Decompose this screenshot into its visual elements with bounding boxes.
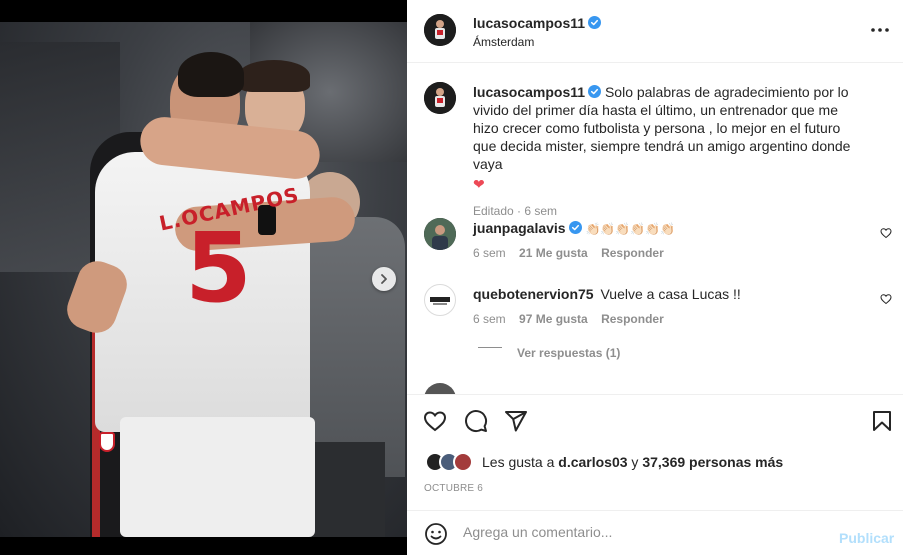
caption-heart-emoji: ❤ bbox=[473, 176, 485, 192]
comment-item: quebotenervion75 Vuelve a casa Lucas !! bbox=[473, 285, 853, 303]
bookmark-icon[interactable] bbox=[870, 409, 894, 433]
comment-text: Vuelve a casa Lucas !! bbox=[600, 286, 741, 302]
next-image-button[interactable] bbox=[372, 267, 396, 291]
likers-avatars[interactable] bbox=[425, 452, 477, 472]
view-replies-button[interactable]: Ver respuestas (1) bbox=[517, 346, 620, 360]
caption-meta: Editado · 6 sem bbox=[473, 204, 558, 218]
caption-avatar[interactable] bbox=[424, 82, 456, 114]
comment-time[interactable]: 6 sem bbox=[473, 246, 506, 260]
speech-bubble-icon[interactable] bbox=[464, 409, 488, 433]
action-bar bbox=[407, 394, 903, 446]
comment-meta: 6 sem 21 Me gusta Responder bbox=[473, 246, 664, 260]
comment-username[interactable]: juanpagalavis bbox=[473, 220, 566, 236]
liker-avatar bbox=[453, 452, 473, 472]
likes-prefix: Les gusta a bbox=[482, 454, 559, 470]
comment-likes[interactable]: 21 Me gusta bbox=[519, 246, 588, 260]
comment-avatar[interactable] bbox=[424, 218, 456, 250]
verified-badge-icon bbox=[588, 85, 602, 98]
comments-list[interactable]: lucasocampos11 Solo palabras de agradeci… bbox=[407, 63, 903, 394]
post-header: lucasocampos11 Ámsterdam bbox=[407, 0, 903, 63]
comment-username[interactable]: quebotenervion75 bbox=[473, 286, 594, 302]
comment-avatar[interactable] bbox=[424, 383, 456, 394]
post-caption: lucasocampos11 Solo palabras de agradeci… bbox=[473, 83, 863, 220]
paper-plane-icon[interactable] bbox=[504, 409, 528, 433]
liker-username[interactable]: d.carlos03 bbox=[558, 454, 627, 470]
chevron-right-icon bbox=[381, 274, 387, 284]
author-username[interactable]: lucasocampos11 bbox=[473, 15, 585, 31]
ellipsis-icon[interactable] bbox=[869, 22, 891, 38]
add-comment-bar: Publicar bbox=[407, 510, 903, 555]
comment-input[interactable] bbox=[463, 524, 823, 540]
author-avatar[interactable] bbox=[424, 14, 456, 46]
heart-outline-icon[interactable] bbox=[423, 409, 447, 433]
likes-count[interactable]: 37,369 personas más bbox=[642, 454, 783, 470]
comment-meta: 6 sem 97 Me gusta Responder bbox=[473, 312, 664, 326]
comment-likes[interactable]: 97 Me gusta bbox=[519, 312, 588, 326]
likes-text: Les gusta a d.carlos03 y 37,369 personas… bbox=[482, 454, 783, 470]
smiley-icon[interactable] bbox=[424, 522, 448, 546]
reply-button[interactable]: Responder bbox=[601, 246, 664, 260]
comment-time[interactable]: 6 sem bbox=[473, 312, 506, 326]
post-date[interactable]: OCTUBRE 6 bbox=[424, 483, 483, 494]
post-side-panel: lucasocampos11 Ámsterdam lucasocampos11 … bbox=[407, 0, 903, 555]
comment-text: 👏🏻👏🏻👏🏻👏🏻👏🏻👏🏻 bbox=[585, 222, 676, 236]
comment-like-icon[interactable] bbox=[880, 293, 892, 305]
comment-item: juanpagalavis 👏🏻👏🏻👏🏻👏🏻👏🏻👏🏻 bbox=[473, 219, 853, 238]
replies-line bbox=[478, 347, 502, 348]
comment-like-icon[interactable] bbox=[880, 227, 892, 239]
likes-middle: y bbox=[627, 454, 643, 470]
instagram-post-modal: L.OCAMPOS 5 lucasocampos11 Ámsterdam luc… bbox=[0, 0, 903, 555]
post-location[interactable]: Ámsterdam bbox=[473, 35, 534, 49]
verified-badge-icon bbox=[568, 221, 582, 234]
verified-badge-icon bbox=[588, 16, 602, 29]
post-photo: L.OCAMPOS 5 bbox=[0, 22, 407, 537]
jersey-number: 5 bbox=[185, 212, 252, 324]
reply-button[interactable]: Responder bbox=[601, 312, 664, 326]
publish-button[interactable]: Publicar bbox=[839, 530, 894, 546]
comment-avatar[interactable] bbox=[424, 284, 456, 316]
post-media: L.OCAMPOS 5 bbox=[0, 0, 407, 555]
caption-username[interactable]: lucasocampos11 bbox=[473, 84, 585, 100]
club-crest bbox=[99, 432, 115, 452]
